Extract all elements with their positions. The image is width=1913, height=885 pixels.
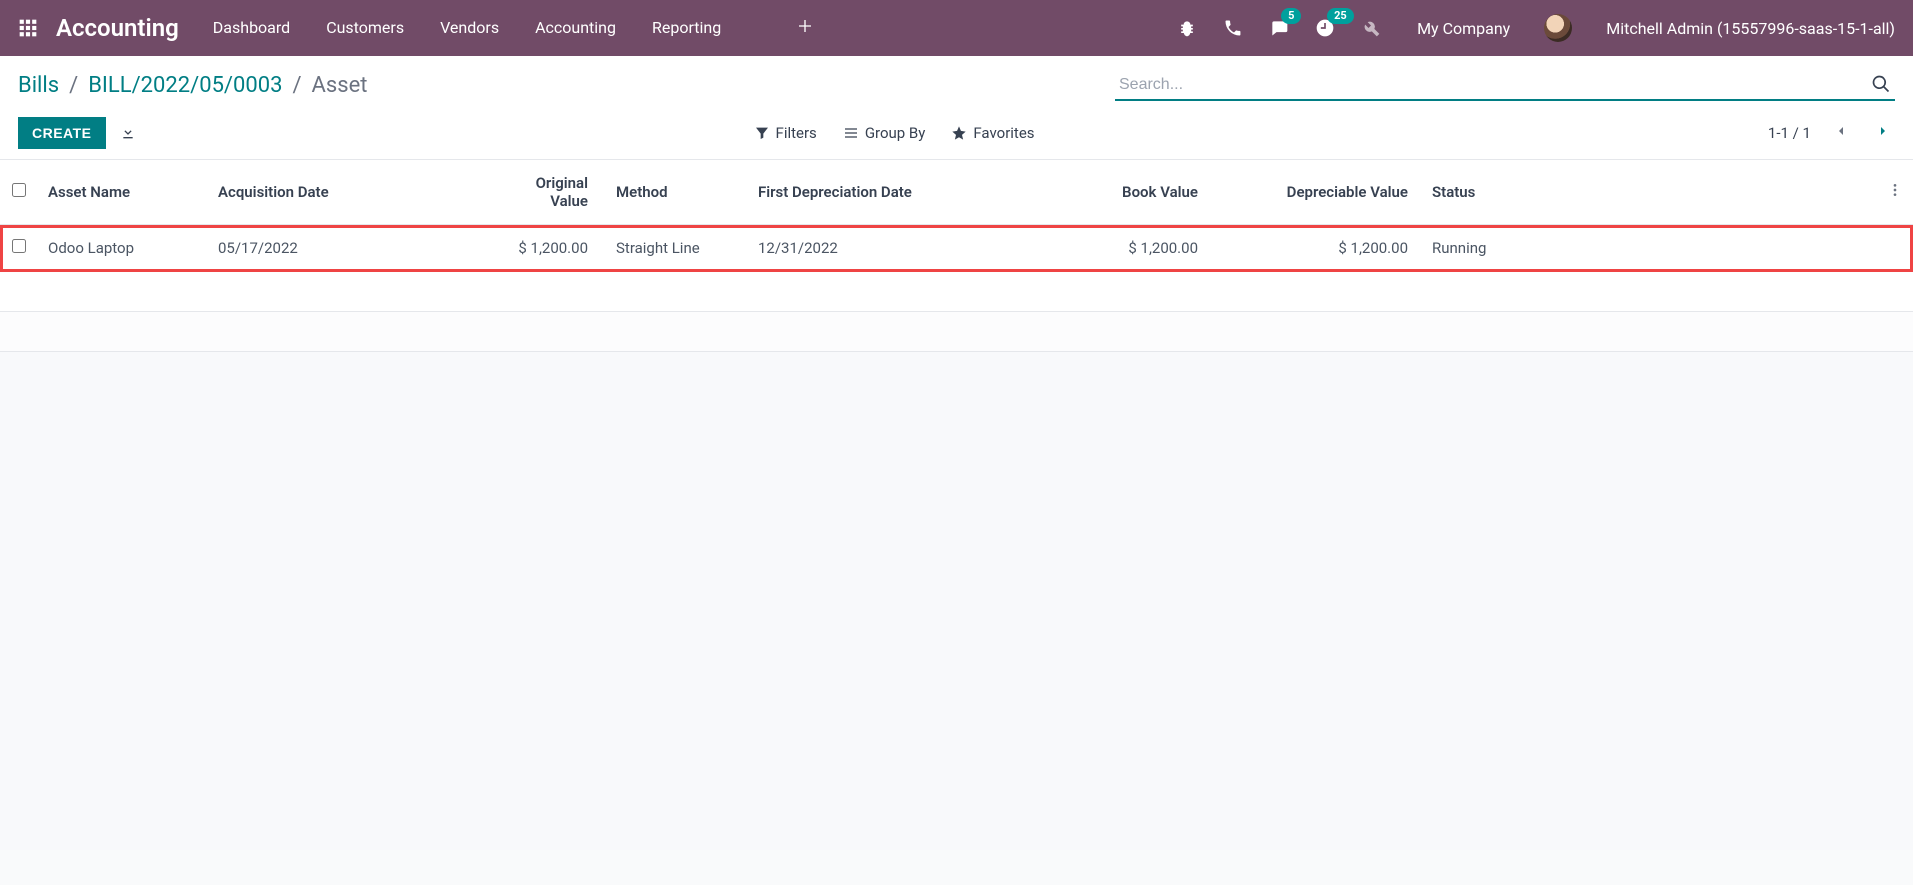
list-icon	[843, 125, 859, 141]
col-method[interactable]: Method	[598, 160, 748, 225]
messages-badge: 5	[1281, 8, 1301, 24]
download-icon[interactable]	[120, 125, 136, 141]
tools-icon[interactable]	[1361, 18, 1381, 38]
cell-method: Straight Line	[598, 225, 748, 272]
table-header-row: Asset Name Acquisition Date Original Val…	[0, 160, 1913, 225]
breadcrumb-bills[interactable]: Bills	[18, 73, 59, 98]
app-name[interactable]: Accounting	[56, 14, 179, 42]
search-icon[interactable]	[1871, 74, 1891, 98]
bug-icon[interactable]	[1177, 18, 1197, 38]
menu-customers[interactable]: Customers	[326, 18, 404, 39]
control-panel: Bills / BILL/2022/05/0003 / Asset CREATE…	[0, 56, 1913, 160]
col-dep-value[interactable]: Depreciable Value	[1208, 160, 1418, 225]
search-wrap	[1115, 70, 1895, 101]
activities-icon[interactable]: 25	[1315, 18, 1335, 38]
cell-orig-value: $ 1,200.00	[488, 225, 598, 272]
main-menu: Dashboard Customers Vendors Accounting R…	[213, 18, 813, 39]
col-status[interactable]: Status	[1418, 160, 1877, 225]
search-input[interactable]	[1115, 70, 1895, 100]
favorites-label: Favorites	[973, 124, 1034, 142]
col-acq-date[interactable]: Acquisition Date	[208, 160, 488, 225]
background	[0, 352, 1913, 850]
cell-asset-name: Odoo Laptop	[38, 225, 208, 272]
favorites-button[interactable]: Favorites	[951, 124, 1034, 142]
breadcrumb: Bills / BILL/2022/05/0003 / Asset	[18, 73, 367, 98]
company-name[interactable]: My Company	[1417, 19, 1510, 38]
pager: 1-1 / 1	[1768, 124, 1811, 142]
cell-book-value: $ 1,200.00	[1048, 225, 1208, 272]
star-icon	[951, 125, 967, 141]
col-asset-name[interactable]: Asset Name	[38, 160, 208, 225]
avatar[interactable]	[1544, 14, 1572, 42]
plus-icon[interactable]	[797, 18, 813, 39]
messages-icon[interactable]: 5	[1269, 18, 1289, 38]
breadcrumb-sep: /	[69, 73, 78, 98]
table-footer-row	[0, 272, 1913, 312]
pager-next-icon[interactable]	[1871, 123, 1895, 143]
col-first-dep[interactable]: First Depreciation Date	[748, 160, 1048, 225]
cell-status: Running	[1418, 225, 1877, 272]
menu-accounting[interactable]: Accounting	[535, 18, 616, 39]
cell-first-dep: 12/31/2022	[748, 225, 1048, 272]
col-orig-value[interactable]: Original Value	[488, 160, 598, 225]
breadcrumb-sep: /	[292, 73, 301, 98]
table-row[interactable]: Odoo Laptop 05/17/2022 $ 1,200.00 Straig…	[0, 225, 1913, 272]
col-options-icon[interactable]	[1877, 160, 1913, 225]
menu-dashboard[interactable]: Dashboard	[213, 18, 290, 39]
cell-dep-value: $ 1,200.00	[1208, 225, 1418, 272]
breadcrumb-bill[interactable]: BILL/2022/05/0003	[88, 73, 282, 98]
systray: 5 25 My Company Mitchell Admin (15557996…	[1177, 14, 1895, 42]
username[interactable]: Mitchell Admin (15557996-saas-15-1-all)	[1606, 19, 1895, 38]
funnel-icon	[754, 125, 770, 141]
spacer	[0, 312, 1913, 352]
select-all-checkbox[interactable]	[12, 183, 26, 197]
filters-button[interactable]: Filters	[754, 124, 817, 142]
activities-badge: 25	[1327, 8, 1354, 24]
filters-label: Filters	[776, 124, 817, 142]
pager-prev-icon[interactable]	[1829, 123, 1853, 143]
menu-reporting[interactable]: Reporting	[652, 18, 721, 39]
apps-icon[interactable]	[18, 18, 38, 38]
asset-table: Asset Name Acquisition Date Original Val…	[0, 160, 1913, 312]
groupby-button[interactable]: Group By	[843, 124, 926, 142]
col-book-value[interactable]: Book Value	[1048, 160, 1208, 225]
breadcrumb-current: Asset	[312, 73, 368, 98]
phone-icon[interactable]	[1223, 18, 1243, 38]
groupby-label: Group By	[865, 124, 926, 142]
create-button[interactable]: CREATE	[18, 117, 106, 149]
navbar: Accounting Dashboard Customers Vendors A…	[0, 0, 1913, 56]
cell-acq-date: 05/17/2022	[208, 225, 488, 272]
menu-vendors[interactable]: Vendors	[440, 18, 499, 39]
row-checkbox[interactable]	[12, 239, 26, 253]
